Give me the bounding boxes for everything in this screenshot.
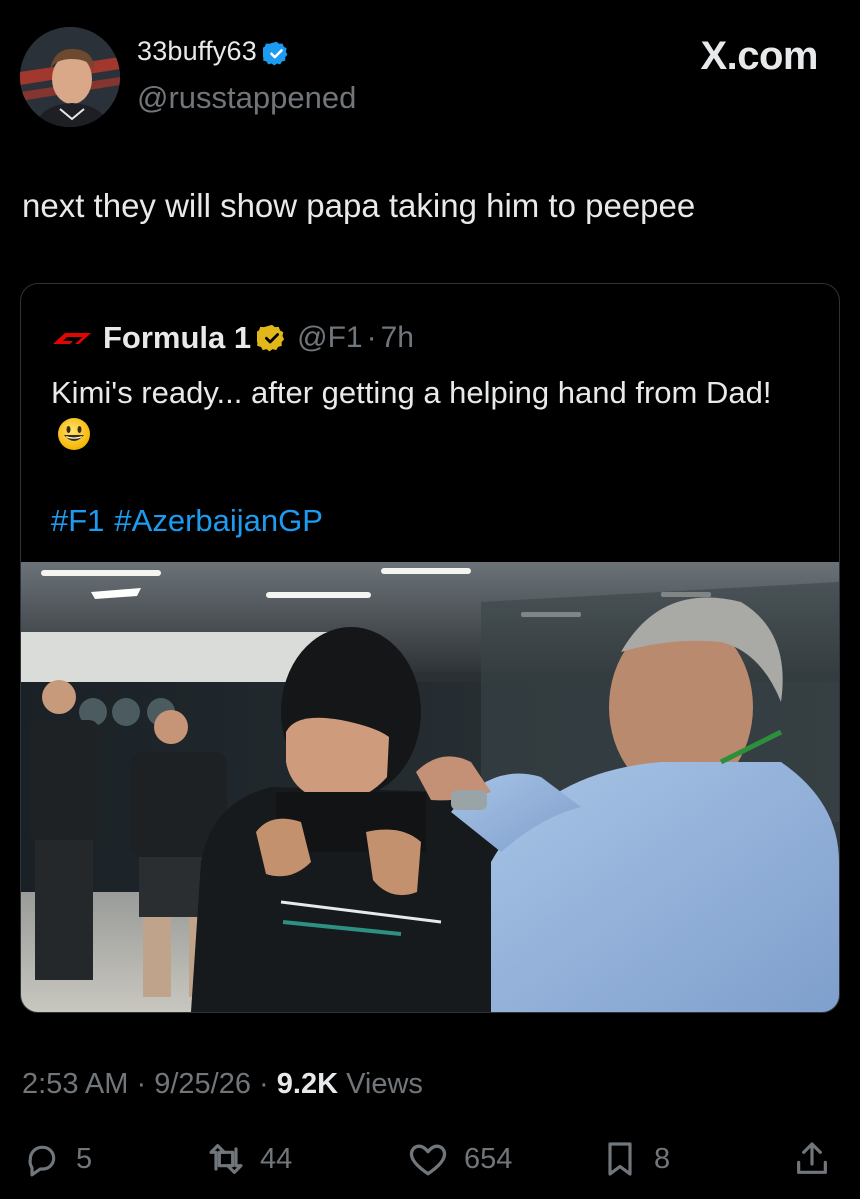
tweet-meta: 2:53 AM · 9/25/26 · 9.2K Views [22, 1068, 423, 1101]
quoted-text: Kimi's ready... after getting a helping … [51, 372, 811, 456]
tweet-date[interactable]: 9/25/26 [154, 1068, 251, 1100]
quoted-text-body: Kimi's ready... after getting a helping … [51, 375, 772, 410]
views-count: 9.2K [276, 1068, 339, 1100]
share-icon [797, 1142, 827, 1174]
repost-button[interactable]: 44 [206, 1136, 292, 1182]
quoted-separator: · [366, 321, 377, 354]
quoted-header: Formula 1 @F1 · 7h [51, 320, 414, 356]
views-label: Views [346, 1068, 423, 1100]
like-button[interactable]: 654 [406, 1136, 512, 1182]
author-handle[interactable]: @russtappened [137, 80, 356, 116]
avatar-image [20, 27, 120, 127]
quoted-time[interactable]: 7h [381, 321, 414, 355]
quoted-tweet[interactable]: Formula 1 @F1 · 7h Kimi's ready... after… [20, 283, 840, 1013]
smiley-emoji-icon [58, 418, 90, 450]
author-avatar[interactable] [20, 27, 120, 127]
heart-icon [409, 1144, 447, 1176]
reply-icon [28, 1145, 56, 1177]
quoted-hashtags: #F1 #AzerbaijanGP [51, 503, 333, 539]
reply-count: 5 [76, 1142, 93, 1175]
gold-verified-icon [257, 324, 285, 352]
quoted-handle[interactable]: @F1 [297, 321, 362, 355]
bookmark-icon [608, 1142, 632, 1176]
like-count: 654 [464, 1142, 513, 1175]
share-button[interactable] [792, 1136, 846, 1182]
author-name-row[interactable]: 33buffy63 [137, 36, 290, 67]
bookmark-count: 8 [654, 1142, 671, 1175]
bookmark-button[interactable]: 8 [600, 1136, 670, 1182]
hashtag-link[interactable]: #F1 [51, 503, 104, 538]
site-logo: X.com [700, 34, 818, 78]
reply-button[interactable]: 5 [22, 1136, 92, 1182]
hashtag-link[interactable]: #AzerbaijanGP [114, 503, 323, 538]
tweet-time[interactable]: 2:53 AM [22, 1068, 128, 1100]
verified-badge-icon [262, 41, 288, 66]
author-display-name[interactable]: 33buffy63 [137, 36, 257, 67]
meta-separator: · [259, 1068, 269, 1100]
f1-logo-icon [53, 333, 91, 344]
garage-photo [21, 562, 839, 1012]
repost-count: 44 [260, 1142, 293, 1175]
quoted-name[interactable]: Formula 1 [103, 320, 251, 356]
quoted-photo[interactable] [21, 562, 839, 1012]
meta-separator: · [136, 1068, 147, 1100]
action-bar: 5 44 654 8 [22, 1136, 840, 1184]
tweet-text: next they will show papa taking him to p… [22, 187, 696, 224]
repost-icon [209, 1144, 243, 1174]
